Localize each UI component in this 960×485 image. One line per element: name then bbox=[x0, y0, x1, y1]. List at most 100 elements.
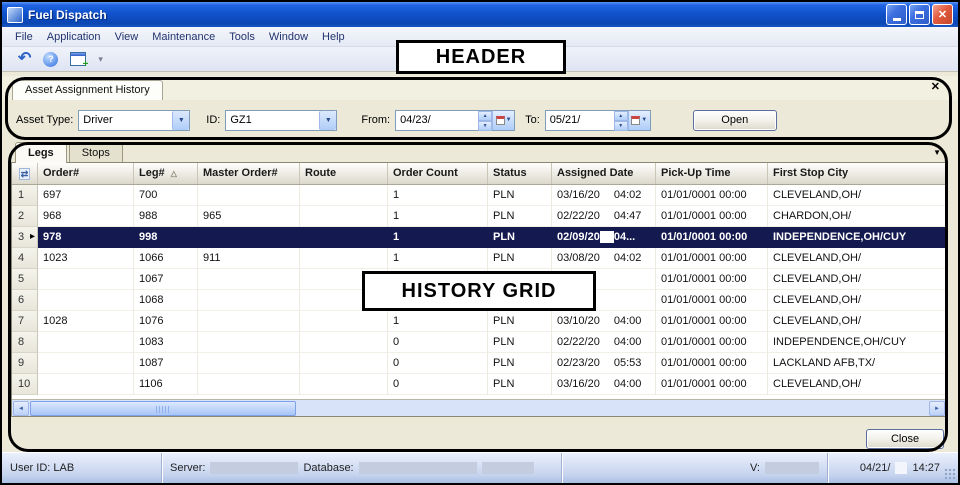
from-date-input[interactable]: 04/23/ ▲▼ ▼ bbox=[395, 110, 515, 131]
cell-route bbox=[300, 311, 388, 332]
col-header-master-order[interactable]: Master Order# bbox=[198, 163, 300, 184]
tab-asset-assignment-history[interactable]: Asset Assignment History bbox=[12, 80, 163, 100]
row-number-cell: 8 bbox=[12, 332, 38, 353]
col-header-assigned-date[interactable]: Assigned Date bbox=[552, 163, 656, 184]
grid-row[interactable]: 10 1106 0 PLN 03/16/2004:00 01/01/0001 0… bbox=[12, 374, 946, 395]
to-date-input[interactable]: 05/21/ ▲▼ ▼ bbox=[545, 110, 651, 131]
asset-type-value: Driver bbox=[79, 111, 172, 130]
cell-pickup-time: 01/01/0001 00:00 bbox=[656, 248, 768, 269]
close-window-button[interactable]: ✕ bbox=[932, 4, 953, 25]
toolbar-overflow-icon[interactable]: ▾ bbox=[98, 54, 103, 65]
col-header-leg[interactable]: Leg#△ bbox=[134, 163, 198, 184]
cell-pickup-time: 01/01/0001 00:00 bbox=[656, 353, 768, 374]
redacted-date-part bbox=[895, 462, 907, 474]
cell-leg: 988 bbox=[134, 206, 198, 227]
scrollbar-thumb[interactable] bbox=[30, 401, 296, 416]
back-icon[interactable]: ↶ bbox=[18, 51, 31, 67]
cell-route bbox=[300, 206, 388, 227]
cell-status: PLN bbox=[488, 332, 552, 353]
col-header-status[interactable]: Status bbox=[488, 163, 552, 184]
menu-window[interactable]: Window bbox=[262, 31, 315, 43]
cell-order: 1028 bbox=[38, 311, 134, 332]
database-label: Database: bbox=[303, 462, 353, 474]
grid-row[interactable]: 3▸ 978 998 1 PLN 02/09/2004... 01/01/000… bbox=[12, 227, 946, 248]
cell-leg: 1106 bbox=[134, 374, 198, 395]
col-header-order[interactable]: Order# bbox=[38, 163, 134, 184]
cell-pickup-time: 01/01/0001 00:00 bbox=[656, 269, 768, 290]
grid-row[interactable]: 7 1028 1076 1 PLN 03/10/2004:00 01/01/00… bbox=[12, 311, 946, 332]
cell-first-stop-city: CLEVELAND,OH/ bbox=[768, 311, 946, 332]
chevron-down-icon[interactable]: ▼ bbox=[172, 111, 189, 130]
cell-leg: 1067 bbox=[134, 269, 198, 290]
cell-master-order bbox=[198, 227, 300, 248]
cell-status: PLN bbox=[488, 227, 552, 248]
new-window-icon[interactable] bbox=[70, 52, 86, 66]
tab-close-icon[interactable]: ✕ bbox=[931, 82, 940, 93]
scroll-left-icon[interactable]: ◄ bbox=[13, 401, 29, 416]
to-label: To: bbox=[525, 114, 540, 126]
spin-down-icon[interactable]: ▼ bbox=[478, 121, 492, 131]
grid-row[interactable]: 1 697 700 1 PLN 03/16/2004:02 01/01/0001… bbox=[12, 185, 946, 206]
open-button[interactable]: Open bbox=[693, 110, 777, 131]
minimize-button[interactable] bbox=[886, 4, 907, 25]
redacted-version-value bbox=[765, 462, 819, 474]
scroll-right-icon[interactable]: ► bbox=[929, 401, 945, 416]
sort-asc-icon: △ bbox=[171, 163, 177, 184]
spin-up-icon[interactable]: ▲ bbox=[614, 111, 628, 121]
maximize-button[interactable] bbox=[909, 4, 930, 25]
grid-menu-icon[interactable]: ▼ bbox=[933, 148, 941, 157]
cell-order bbox=[38, 353, 134, 374]
cell-pickup-time: 01/01/0001 00:00 bbox=[656, 227, 768, 248]
cell-order: 968 bbox=[38, 206, 134, 227]
cell-first-stop-city: LACKLAND AFB,TX/ bbox=[768, 353, 946, 374]
col-header-first-stop-city[interactable]: First Stop City bbox=[768, 163, 946, 184]
column-chooser-cell[interactable]: ⇄ bbox=[12, 163, 38, 184]
id-select[interactable]: GZ1 ▼ bbox=[225, 110, 337, 131]
menu-file[interactable]: File bbox=[8, 31, 40, 43]
cell-leg: 1087 bbox=[134, 353, 198, 374]
grid-row[interactable]: 8 1083 0 PLN 02/22/2004:00 01/01/0001 00… bbox=[12, 332, 946, 353]
grid-row[interactable]: 9 1087 0 PLN 02/23/2005:53 01/01/0001 00… bbox=[12, 353, 946, 374]
cell-assigned-date: 02/22/2004:00 bbox=[552, 332, 656, 353]
cell-first-stop-city: CHARDON,OH/ bbox=[768, 206, 946, 227]
redacted-database-value bbox=[482, 462, 534, 474]
menu-maintenance[interactable]: Maintenance bbox=[145, 31, 222, 43]
chevron-down-icon[interactable]: ▼ bbox=[319, 111, 336, 130]
col-header-pickup-time[interactable]: Pick-Up Time bbox=[656, 163, 768, 184]
grid-row[interactable]: 4 1023 1066 911 1 PLN 03/08/2004:02 01/0… bbox=[12, 248, 946, 269]
date-spinner[interactable]: ▲▼ bbox=[478, 111, 492, 130]
cell-first-stop-city: CLEVELAND,OH/ bbox=[768, 374, 946, 395]
id-value: GZ1 bbox=[226, 111, 319, 130]
menu-tools[interactable]: Tools bbox=[222, 31, 262, 43]
calendar-button[interactable]: ▼ bbox=[492, 111, 514, 130]
row-number-cell: 10 bbox=[12, 374, 38, 395]
col-header-order-count[interactable]: Order Count bbox=[388, 163, 488, 184]
version-label: V: bbox=[750, 462, 760, 474]
calendar-button[interactable]: ▼ bbox=[628, 111, 650, 130]
resize-grip[interactable] bbox=[944, 468, 956, 480]
menu-view[interactable]: View bbox=[108, 31, 146, 43]
help-icon[interactable]: ? bbox=[43, 52, 58, 67]
cell-assigned-date: 02/23/2005:53 bbox=[552, 353, 656, 374]
close-button[interactable]: Close bbox=[866, 429, 944, 449]
cell-leg: 1068 bbox=[134, 290, 198, 311]
menu-application[interactable]: Application bbox=[40, 31, 108, 43]
tab-stops[interactable]: Stops bbox=[69, 142, 123, 163]
asset-type-select[interactable]: Driver ▼ bbox=[78, 110, 190, 131]
grid-row[interactable]: 2 968 988 965 1 PLN 02/22/2004:47 01/01/… bbox=[12, 206, 946, 227]
redacted-database-value bbox=[359, 462, 477, 474]
status-spacer bbox=[562, 453, 742, 483]
menu-help[interactable]: Help bbox=[315, 31, 352, 43]
chevron-down-icon: ▼ bbox=[641, 117, 647, 123]
spin-up-icon[interactable]: ▲ bbox=[478, 111, 492, 121]
cell-leg: 1066 bbox=[134, 248, 198, 269]
row-number-cell: 1 bbox=[12, 185, 38, 206]
cell-assigned-date: 02/09/2004... bbox=[552, 227, 656, 248]
calendar-icon bbox=[631, 116, 640, 125]
date-spinner[interactable]: ▲▼ bbox=[614, 111, 628, 130]
spin-down-icon[interactable]: ▼ bbox=[614, 121, 628, 131]
horizontal-scrollbar[interactable]: ◄ ► bbox=[12, 399, 946, 416]
col-header-route[interactable]: Route bbox=[300, 163, 388, 184]
tab-legs[interactable]: Legs bbox=[15, 142, 67, 163]
cell-pickup-time: 01/01/0001 00:00 bbox=[656, 185, 768, 206]
